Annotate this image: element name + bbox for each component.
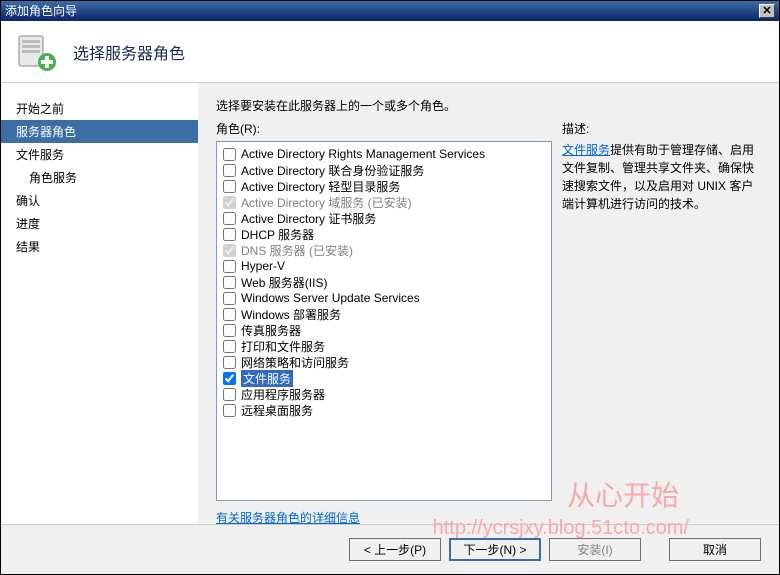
role-item[interactable]: Hyper-V [223,258,545,274]
role-label: Windows 部署服务 [241,306,341,323]
role-label: Active Directory 联合身份验证服务 [241,162,424,179]
instruction-text: 选择要安装在此服务器上的一个或多个角色。 [216,97,764,114]
window-title: 添加角色向导 [5,1,77,21]
role-checkbox[interactable] [223,212,236,225]
role-checkbox[interactable] [223,404,236,417]
role-label: Active Directory Rights Management Servi… [241,147,485,161]
nav-item[interactable]: 文件服务 [1,143,198,166]
role-label: Hyper-V [241,259,285,273]
role-checkbox[interactable] [223,372,236,385]
role-checkbox[interactable] [223,388,236,401]
role-label: Active Directory 域服务 (已安装) [241,194,412,211]
install-button: 安装(I) [549,538,641,561]
role-label: 网络策略和访问服务 [241,354,349,371]
role-checkbox[interactable] [223,324,236,337]
labels-row: 角色(R): 描述: [216,120,764,137]
role-checkbox[interactable] [223,308,236,321]
role-item[interactable]: 应用程序服务器 [223,386,545,402]
role-item[interactable]: Active Directory 轻型目录服务 [223,178,545,194]
nav-item[interactable]: 开始之前 [1,97,198,120]
prev-button[interactable]: < 上一步(P) [349,538,441,561]
role-item: DNS 服务器 (已安装) [223,242,545,258]
body-section: 开始之前服务器角色文件服务角色服务确认进度结果 选择要安装在此服务器上的一个或多… [1,83,779,524]
role-item[interactable]: Windows 部署服务 [223,306,545,322]
more-info-link[interactable]: 有关服务器角色的详细信息 [216,511,360,525]
nav-item[interactable]: 角色服务 [1,166,198,189]
role-checkbox[interactable] [223,228,236,241]
cancel-button[interactable]: 取消 [669,538,761,561]
description-label: 描述: [562,120,589,137]
role-label: 应用程序服务器 [241,386,325,403]
role-item[interactable]: Active Directory 联合身份验证服务 [223,162,545,178]
role-label: 文件服务 [241,370,293,387]
role-label: Active Directory 轻型目录服务 [241,178,400,195]
nav-item[interactable]: 确认 [1,189,198,212]
page-title: 选择服务器角色 [73,40,185,64]
role-item[interactable]: 打印和文件服务 [223,338,545,354]
roles-label: 角色(R): [216,120,562,137]
role-item[interactable]: Windows Server Update Services [223,290,545,306]
role-item[interactable]: 传真服务器 [223,322,545,338]
role-checkbox[interactable] [223,260,236,273]
role-checkbox[interactable] [223,292,236,305]
role-label: Active Directory 证书服务 [241,210,376,227]
role-checkbox[interactable] [223,164,236,177]
role-item[interactable]: 网络策略和访问服务 [223,354,545,370]
role-item[interactable]: 远程桌面服务 [223,402,545,418]
titlebar: 添加角色向导 ✕ [1,1,779,21]
description-pane: 文件服务提供有助于管理存储、启用文件复制、管理共享文件夹、确保快速搜索文件，以及… [562,141,764,501]
role-item[interactable]: 文件服务 [223,370,545,386]
nav-item[interactable]: 结果 [1,235,198,258]
role-checkbox[interactable] [223,276,236,289]
nav-item[interactable]: 服务器角色 [1,120,198,143]
next-button[interactable]: 下一步(N) > [449,538,541,561]
role-label: 传真服务器 [241,322,301,339]
button-row: < 上一步(P) 下一步(N) > 安装(I) 取消 [1,524,779,574]
description-link[interactable]: 文件服务 [562,143,610,157]
roles-listbox[interactable]: Active Directory Rights Management Servi… [216,141,552,501]
role-checkbox[interactable] [223,148,236,161]
role-checkbox[interactable] [223,340,236,353]
role-item: Active Directory 域服务 (已安装) [223,194,545,210]
role-item[interactable]: Active Directory Rights Management Servi… [223,146,545,162]
role-label: Windows Server Update Services [241,291,420,305]
role-checkbox[interactable] [223,180,236,193]
wizard-dialog: 添加角色向导 ✕ 选择服务器角色 开始之前服务器角色文件服务角色服务确认进度结果… [0,0,780,575]
role-label: DNS 服务器 (已安装) [241,242,353,259]
role-label: Web 服务器(IIS) [241,274,327,291]
role-label: 打印和文件服务 [241,338,325,355]
header-section: 选择服务器角色 [1,21,779,83]
role-item[interactable]: DHCP 服务器 [223,226,545,242]
role-label: DHCP 服务器 [241,226,314,243]
close-button[interactable]: ✕ [759,4,775,18]
role-checkbox[interactable] [223,356,236,369]
role-item[interactable]: Web 服务器(IIS) [223,274,545,290]
content-area: 选择要安装在此服务器上的一个或多个角色。 角色(R): 描述: Active D… [198,83,779,524]
wizard-icon [15,30,59,74]
role-checkbox [223,196,236,209]
role-label: 远程桌面服务 [241,402,313,419]
role-item[interactable]: Active Directory 证书服务 [223,210,545,226]
nav-sidebar: 开始之前服务器角色文件服务角色服务确认进度结果 [1,83,198,524]
panes-row: Active Directory Rights Management Servi… [216,141,764,501]
role-checkbox [223,244,236,257]
nav-item[interactable]: 进度 [1,212,198,235]
